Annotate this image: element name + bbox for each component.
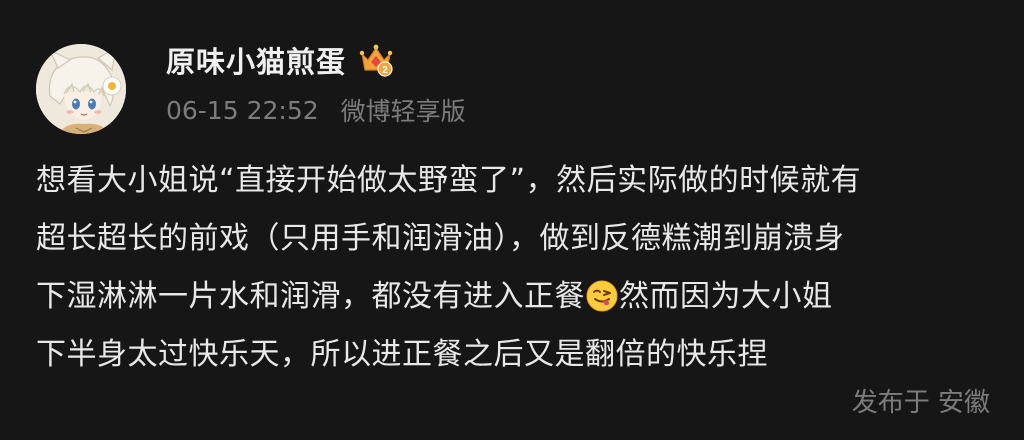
vip-level-number: 2 — [382, 65, 388, 76]
post-text-line-1: 想看大小姐说“直接开始做太野蛮了”，然后实际做的时候就有 — [36, 163, 862, 198]
post-text-line-3: 下湿淋淋一片水和润滑，都没有进入正餐 然而因为大小姐 — [36, 268, 996, 326]
author-avatar[interactable] — [36, 44, 126, 134]
post-text-line-2: 超长超长的前戏（只用手和润滑油），做到反德糕潮到崩溃身 — [36, 221, 845, 256]
weibo-post-card: 原味小猫煎蛋 2 06-15 22:52 微博轻享版 想看大小姐说“直接开始做太… — [0, 0, 1024, 440]
avatar-image — [36, 44, 126, 134]
winking-tongue-emoji-icon — [586, 274, 618, 312]
post-text-line-4: 下半身太过快乐天，所以进正餐之后又是翻倍的快乐捏 — [36, 337, 768, 372]
post-text-line-3-part-b: 然而因为大小姐 — [619, 279, 833, 314]
vip-crown-icon[interactable]: 2 — [358, 42, 394, 78]
post-location: 发布于 安徽 — [851, 388, 990, 418]
post-source-client[interactable]: 微博轻享版 — [341, 92, 466, 128]
post-meta: 06-15 22:52 微博轻享版 — [166, 90, 466, 130]
author-username[interactable]: 原味小猫煎蛋 — [166, 39, 346, 81]
post-timestamp: 06-15 22:52 — [166, 95, 319, 125]
post-text-line-3-part-a: 下湿淋淋一片水和润滑，都没有进入正餐 — [36, 279, 585, 314]
post-body: 想看大小姐说“直接开始做太野蛮了”，然后实际做的时候就有 超长超长的前戏（只用手… — [36, 152, 996, 384]
author-name-row: 原味小猫煎蛋 2 — [166, 36, 394, 84]
